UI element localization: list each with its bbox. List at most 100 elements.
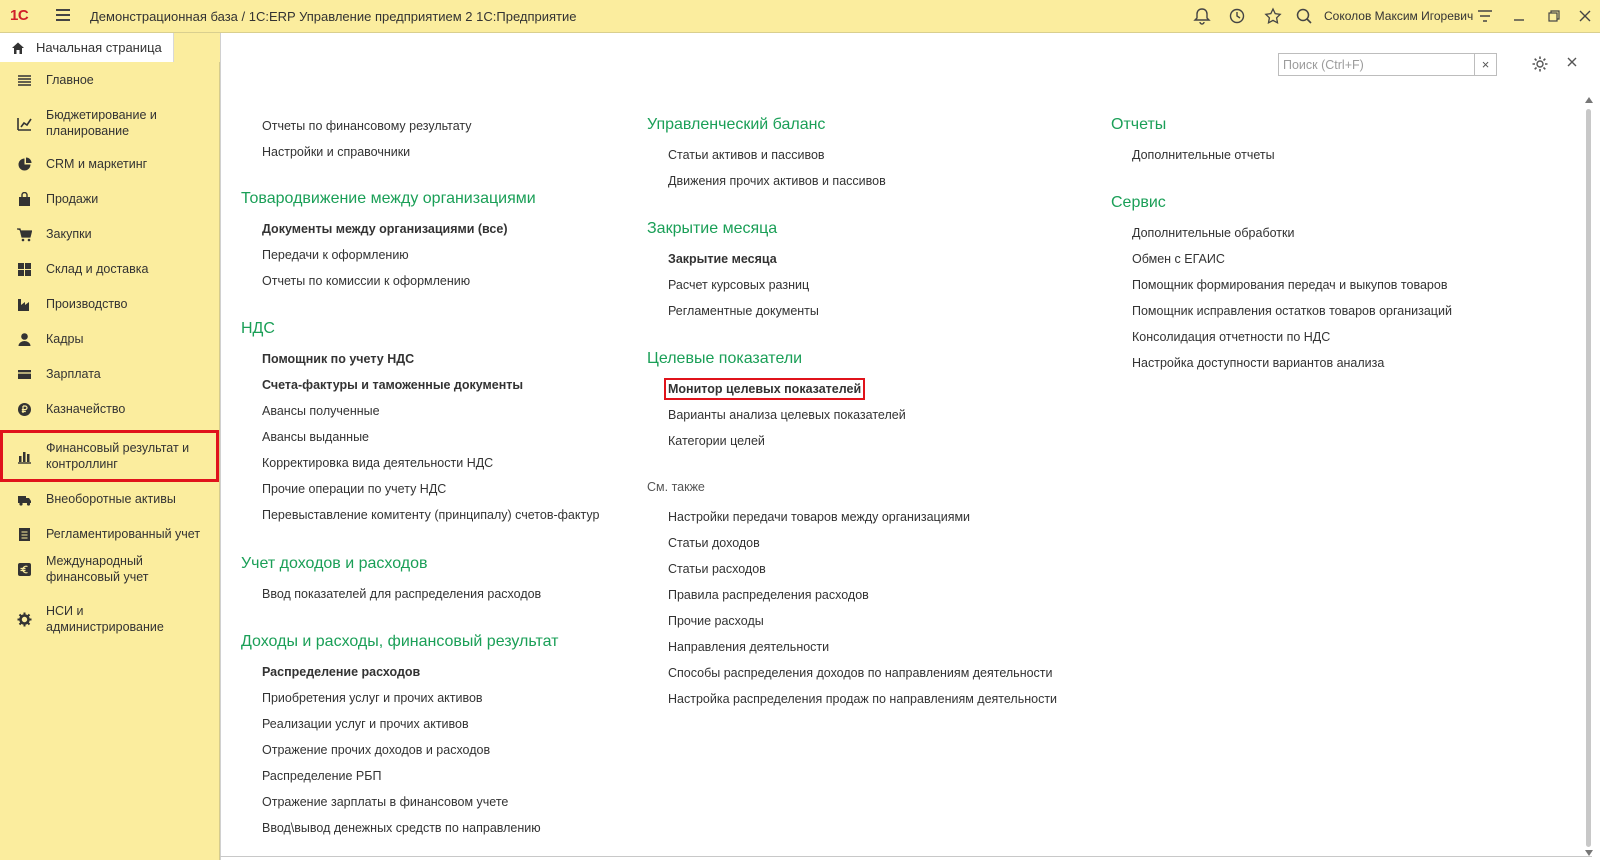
link-sales-distribution-settings[interactable]: Настройка распределения продаж по направ… <box>668 692 1057 706</box>
sidebar-item-crm[interactable]: CRM и маркетинг <box>0 154 219 174</box>
sidebar-item-warehouse[interactable]: Склад и доставка <box>0 259 219 279</box>
sidebar-item-label: Внеоборотные активы <box>46 492 176 506</box>
link-cash-input-output[interactable]: Ввод\вывод денежных средств по направлен… <box>262 821 541 835</box>
link-activity-directions[interactable]: Направления деятельности <box>668 640 829 654</box>
vertical-scrollbar[interactable] <box>1586 109 1591 847</box>
bar-chart-icon <box>16 448 32 464</box>
link-additional-reports[interactable]: Дополнительные отчеты <box>1132 148 1275 162</box>
euro-icon <box>16 561 32 577</box>
restore-icon[interactable] <box>1544 6 1564 26</box>
sidebar-item-treasury[interactable]: Казначейство <box>0 399 219 419</box>
section-title-finres: Доходы и расходы, финансовый результат <box>241 633 559 650</box>
link-transfers-to-process[interactable]: Передачи к оформлению <box>262 248 409 262</box>
sidebar-item-fixed-assets[interactable]: Внеоборотные активы <box>0 489 219 509</box>
link-salary-fin-accounting[interactable]: Отражение зарплаты в финансовом учете <box>262 795 508 809</box>
search-clear-button[interactable]: × <box>1474 54 1496 75</box>
link-other-vat-ops[interactable]: Прочие операции по учету НДС <box>262 482 446 496</box>
cart-icon <box>16 226 32 242</box>
link-other-income-expense[interactable]: Отражение прочих доходов и расходов <box>262 743 490 757</box>
sidebar-item-regulated[interactable]: Регламентированный учет <box>0 524 219 544</box>
link-target-analysis-variants[interactable]: Варианты анализа целевых показателей <box>668 408 906 422</box>
close-icon[interactable] <box>1575 6 1595 26</box>
factory-icon <box>16 296 32 312</box>
sidebar-item-main[interactable]: Главное <box>0 70 219 90</box>
section-title-transfer: Товародвижение между организациями <box>241 190 536 207</box>
sidebar-item-label: НСИ и администрирование <box>46 604 164 634</box>
link-invoices-customs[interactable]: Счета-фактуры и таможенные документы <box>262 378 523 392</box>
close-panel-icon[interactable] <box>1565 55 1579 69</box>
user-name[interactable]: Соколов Максим Игоревич <box>1324 9 1473 23</box>
link-stock-correction-assistant[interactable]: Помощник исправления остатков товаров ор… <box>1132 304 1452 318</box>
minimize-icon[interactable] <box>1509 6 1529 26</box>
sidebar-item-label: Зарплата <box>46 367 101 381</box>
link-other-expenses[interactable]: Прочие расходы <box>668 614 764 628</box>
link-analysis-access-settings[interactable]: Настройка доступности вариантов анализа <box>1132 356 1384 370</box>
sidebar-item-purchases[interactable]: Закупки <box>0 224 219 244</box>
history-icon[interactable] <box>1227 6 1247 26</box>
sidebar-item-budgeting[interactable]: Бюджетирование и планирование <box>0 106 219 140</box>
link-expense-rules[interactable]: Правила распределения расходов <box>668 588 869 602</box>
shopping-bag-icon <box>16 191 32 207</box>
link-settings-directories[interactable]: Настройки и справочники <box>262 145 410 159</box>
sidebar-item-sales[interactable]: Продажи <box>0 189 219 209</box>
link-income-distribution-methods[interactable]: Способы распределения доходов по направл… <box>668 666 1053 680</box>
tab-home[interactable]: Начальная страница <box>0 33 174 62</box>
sidebar-item-label: Международный финансовый учет <box>46 554 149 584</box>
sidebar-item-finres[interactable]: Финансовый результат и контроллинг <box>0 430 219 482</box>
section-title-targets: Целевые показатели <box>647 350 803 367</box>
link-income-items[interactable]: Статьи доходов <box>668 536 760 550</box>
sidebar-item-salary[interactable]: Зарплата <box>0 364 219 384</box>
link-reissue-invoices[interactable]: Перевыставление комитенту (принципалу) с… <box>262 508 599 522</box>
link-additional-processing[interactable]: Дополнительные обработки <box>1132 226 1294 240</box>
link-advances-issued[interactable]: Авансы выданные <box>262 430 369 444</box>
link-commission-reports[interactable]: Отчеты по комиссии к оформлению <box>262 274 470 288</box>
link-goal-categories[interactable]: Категории целей <box>668 434 765 448</box>
truck-icon <box>16 491 32 507</box>
link-transfer-settings[interactable]: Настройки передачи товаров между организ… <box>668 510 970 524</box>
menu-icon[interactable] <box>56 9 70 21</box>
link-egais-exchange[interactable]: Обмен с ЕГАИС <box>1132 252 1225 266</box>
link-asset-liability-items[interactable]: Статьи активов и пассивов <box>668 148 825 162</box>
link-vat-consolidation[interactable]: Консолидация отчетности по НДС <box>1132 330 1330 344</box>
list-icon <box>16 72 32 88</box>
link-service-purchases[interactable]: Приобретения услуг и прочих активов <box>262 691 483 705</box>
link-target-monitor[interactable]: Монитор целевых показателей <box>663 378 866 400</box>
link-expense-distribution[interactable]: Распределение расходов <box>262 665 420 679</box>
title-bar: 1С Демонстрационная база / 1С:ERP Управл… <box>0 0 1600 33</box>
see-also-title: См. также <box>647 480 705 494</box>
sidebar-item-label: Казначейство <box>46 402 126 416</box>
sidebar-item-production[interactable]: Производство <box>0 294 219 314</box>
link-service-sales[interactable]: Реализации услуг и прочих активов <box>262 717 469 731</box>
panel-bottom-border <box>220 856 1592 857</box>
scroll-up-arrow[interactable] <box>1585 97 1593 103</box>
search-input[interactable] <box>1279 54 1474 75</box>
link-routine-docs[interactable]: Регламентные документы <box>668 304 819 318</box>
link-month-close[interactable]: Закрытие месяца <box>668 252 777 266</box>
link-expense-items[interactable]: Статьи расходов <box>668 562 766 576</box>
link-rbp-distribution[interactable]: Распределение РБП <box>262 769 381 783</box>
link-other-asset-movements[interactable]: Движения прочих активов и пассивов <box>668 174 886 188</box>
1c-logo: 1С <box>10 7 29 24</box>
link-vat-assistant[interactable]: Помощник по учету НДС <box>262 352 414 366</box>
link-expense-indicators[interactable]: Ввод показателей для распределения расхо… <box>262 587 541 601</box>
link-advances-received[interactable]: Авансы полученные <box>262 404 380 418</box>
link-fx-differences[interactable]: Расчет курсовых разниц <box>668 278 809 292</box>
sidebar-item-label: Закупки <box>46 227 92 241</box>
link-finres-reports[interactable]: Отчеты по финансовому результату <box>262 119 472 133</box>
link-intercompany-docs[interactable]: Документы между организациями (все) <box>262 222 508 236</box>
section-title-income-expense: Учет доходов и расходов <box>241 555 428 572</box>
sidebar-item-hr[interactable]: Кадры <box>0 329 219 349</box>
settings-menu-icon[interactable] <box>1475 6 1495 26</box>
settings-gear-icon[interactable] <box>1531 55 1549 73</box>
sidebar-item-ifrs[interactable]: Международный финансовый учет <box>0 552 219 586</box>
link-vat-activity-adjust[interactable]: Корректировка вида деятельности НДС <box>262 456 493 470</box>
section-title-vat: НДС <box>241 320 275 337</box>
budget-icon <box>16 115 32 131</box>
link-transfer-buyout-assistant[interactable]: Помощник формирования передач и выкупов … <box>1132 278 1447 292</box>
sidebar-item-label: Бюджетирование и планирование <box>46 108 157 138</box>
sidebar-item-label: Главное <box>46 73 94 87</box>
bell-icon[interactable] <box>1192 6 1212 26</box>
sidebar-item-admin[interactable]: НСИ и администрирование <box>0 602 219 636</box>
star-icon[interactable] <box>1263 6 1283 26</box>
search-icon[interactable] <box>1294 6 1314 26</box>
